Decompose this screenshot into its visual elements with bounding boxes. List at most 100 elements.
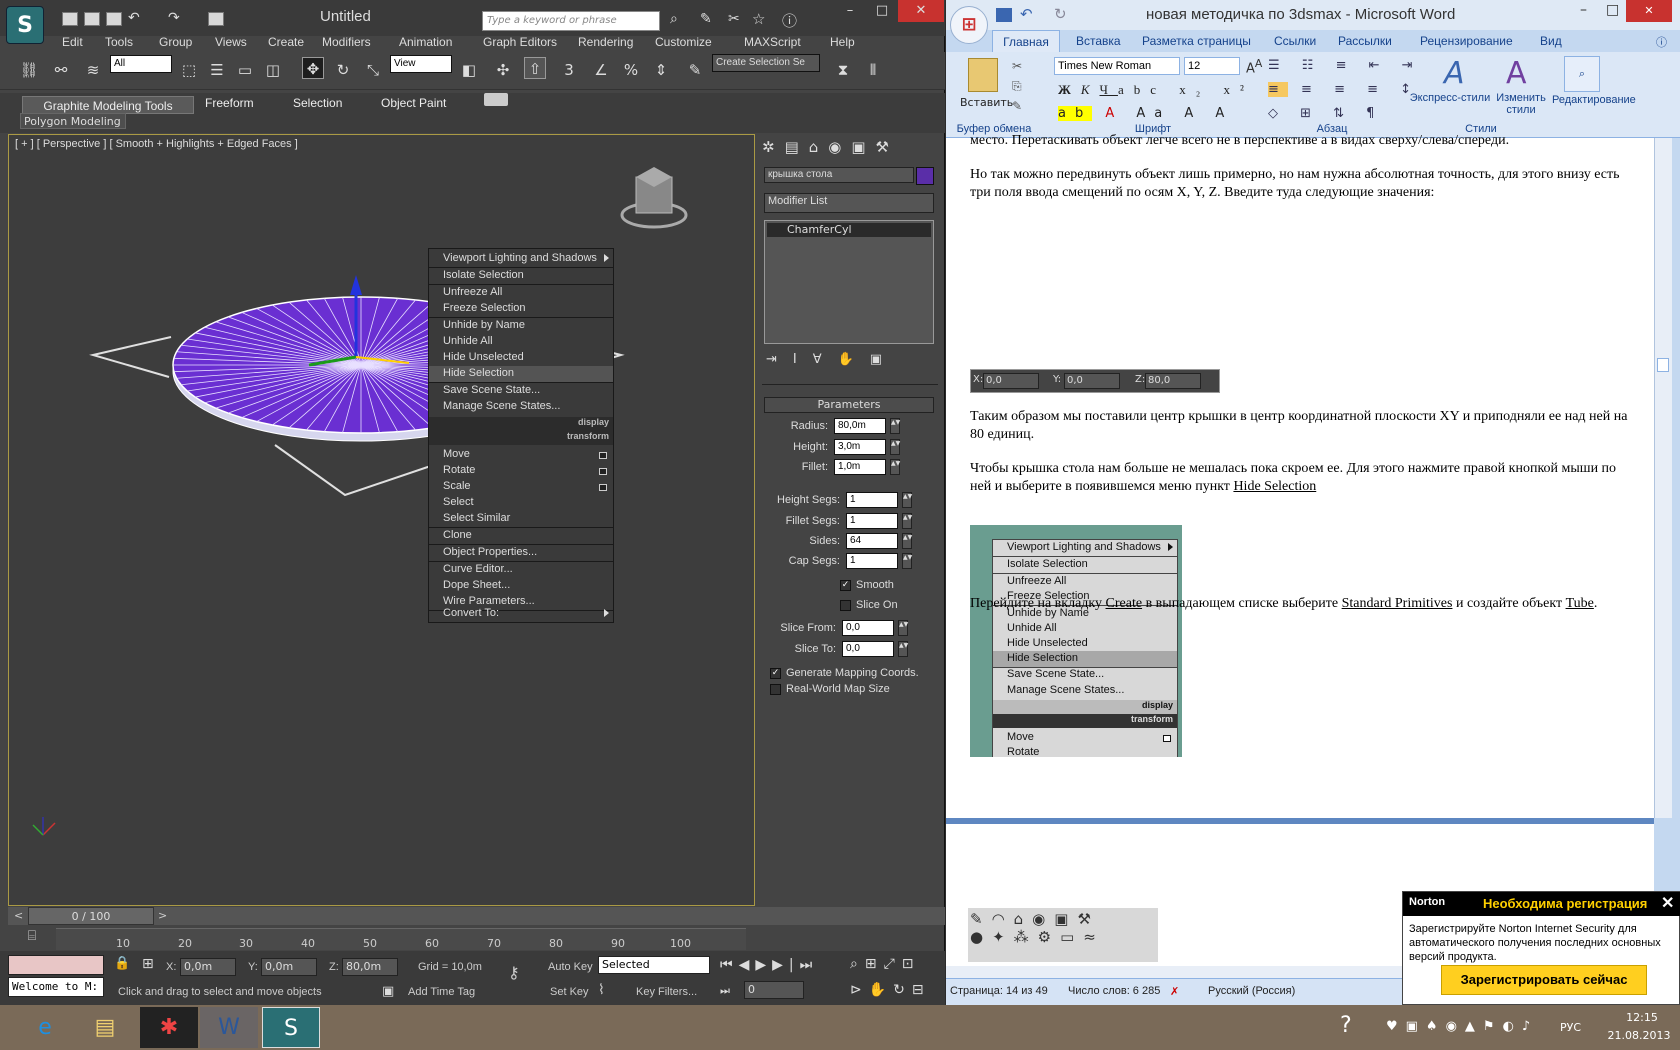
cap-segs-spinner[interactable]: ▲▼ bbox=[902, 553, 912, 569]
word-help-icon[interactable]: ⓘ bbox=[1656, 34, 1667, 50]
menu-select-similar[interactable]: Select Similar bbox=[429, 511, 613, 527]
max-minimize-button[interactable]: – bbox=[834, 0, 866, 22]
playback-controls[interactable]: ⏮◀▶▶|⏭ bbox=[720, 957, 818, 973]
fillet-spinner[interactable]: ▲▼ bbox=[890, 459, 900, 475]
time-slider-prev-icon[interactable]: < bbox=[14, 909, 23, 922]
auto-key-button[interactable]: Auto Key bbox=[548, 961, 593, 973]
cap-segs-field[interactable]: 1 bbox=[846, 553, 898, 569]
slice-from-spinner[interactable]: ▲▼ bbox=[898, 620, 908, 636]
menu-tools[interactable]: Tools bbox=[105, 35, 133, 49]
tab-view[interactable]: Вид bbox=[1540, 34, 1562, 48]
undo-icon[interactable]: ↶ bbox=[128, 11, 144, 26]
selection-lock-icon[interactable]: 🔒 bbox=[114, 956, 130, 971]
edit-named-selection-icon[interactable]: ✎ bbox=[684, 59, 706, 81]
menu-unhide-by-name[interactable]: Unhide by Name bbox=[429, 318, 613, 334]
change-styles-button[interactable]: Изменить стили bbox=[1492, 92, 1550, 116]
select-object-icon[interactable]: ⬚ bbox=[178, 59, 200, 81]
document-page[interactable]: место. Перетаскивать объект легче всего … bbox=[946, 133, 1654, 818]
menu-manage-scene-states[interactable]: Manage Scene States... bbox=[429, 399, 613, 415]
menu-select[interactable]: Select bbox=[429, 495, 613, 511]
key-filters-button[interactable]: Key Filters... bbox=[636, 986, 697, 998]
absolute-mode-icon[interactable]: ⊞ bbox=[142, 956, 154, 972]
cut-copy-format-icons[interactable]: ✂ ⎘ ✎ bbox=[1012, 56, 1022, 116]
word-maximize-button[interactable]: □ bbox=[1606, 2, 1619, 18]
select-manipulate-icon[interactable]: ✣ bbox=[492, 59, 514, 81]
unlink-icon[interactable]: ⚯ bbox=[50, 59, 72, 81]
time-slider[interactable]: < 0 / 100 > bbox=[8, 907, 945, 925]
ribbon-options-icon[interactable] bbox=[484, 93, 508, 106]
menu-isolate-selection[interactable]: Isolate Selection bbox=[429, 268, 613, 284]
menu-modifiers[interactable]: Modifiers bbox=[322, 35, 371, 49]
menu-customize[interactable]: Customize bbox=[655, 35, 712, 49]
office-button-icon[interactable]: ⊞ bbox=[950, 6, 988, 44]
max-close-button[interactable]: ✕ bbox=[898, 0, 944, 22]
key-mode-curve-icon[interactable]: ⌇ bbox=[598, 982, 605, 998]
radius-field[interactable]: 80,0m bbox=[834, 418, 886, 434]
move-tool-icon[interactable]: ✥ bbox=[302, 57, 324, 79]
rotate-tool-icon[interactable]: ↻ bbox=[332, 59, 354, 81]
parameters-rollout-header[interactable]: Parameters bbox=[764, 397, 934, 413]
list-buttons[interactable]: ☰ ☷ ≡ ⇤ ⇥ bbox=[1268, 58, 1422, 73]
menu-rotate[interactable]: Rotate bbox=[429, 463, 613, 479]
time-slider-next-icon[interactable]: > bbox=[158, 909, 167, 922]
polygon-modeling-panel[interactable]: Polygon Modeling bbox=[20, 113, 126, 129]
sides-spinner[interactable]: ▲▼ bbox=[902, 533, 912, 549]
height-spinner[interactable]: ▲▼ bbox=[890, 439, 900, 455]
menu-unfreeze-all[interactable]: Unfreeze All bbox=[429, 285, 613, 301]
project-folder-icon[interactable] bbox=[208, 12, 224, 26]
modifier-list-dropdown[interactable]: Modifier List bbox=[764, 193, 934, 213]
clock-date[interactable]: 21.08.2013 bbox=[1602, 1029, 1676, 1042]
font-name-dropdown[interactable]: Times New Roman bbox=[1054, 57, 1180, 75]
menu-graph-editors[interactable]: Graph Editors bbox=[483, 35, 557, 49]
menu-rendering[interactable]: Rendering bbox=[578, 35, 633, 49]
menu-group[interactable]: Group bbox=[159, 35, 192, 49]
mini-curve-editor-icon[interactable]: ⌸ bbox=[12, 928, 52, 950]
paste-button[interactable]: Вставить bbox=[960, 96, 1013, 109]
tab-insert[interactable]: Вставка bbox=[1076, 34, 1121, 48]
menu-help[interactable]: Help bbox=[830, 35, 855, 49]
tab-freeform[interactable]: Freeform bbox=[205, 96, 254, 110]
input-language[interactable]: РУС bbox=[1560, 1021, 1581, 1034]
set-key-button[interactable]: Set Key bbox=[550, 986, 589, 998]
menu-curve-editor[interactable]: Curve Editor... bbox=[429, 562, 613, 578]
quick-styles-button[interactable]: Экспресс-стили bbox=[1408, 92, 1492, 104]
viewport-nav-controls[interactable]: ⌕⊞⤢⊡ bbox=[850, 956, 921, 972]
height-field[interactable]: 3,0m bbox=[834, 439, 886, 455]
height-segs-field[interactable]: 1 bbox=[846, 492, 898, 508]
max-search-input[interactable]: Type a keyword or phrase bbox=[482, 11, 660, 31]
norton-register-button[interactable]: Зарегистрировать сейчас bbox=[1441, 965, 1647, 995]
tab-page-layout[interactable]: Разметка страницы bbox=[1142, 34, 1251, 48]
scale-tool-icon[interactable]: ⤡ bbox=[362, 59, 384, 81]
x-coord-field[interactable]: 0,0m bbox=[180, 958, 236, 976]
window-crossing-icon[interactable]: ◫ bbox=[262, 59, 284, 81]
language-indicator[interactable]: Русский (Россия) bbox=[1208, 985, 1295, 997]
word-taskbar-icon[interactable]: W bbox=[200, 1007, 258, 1048]
angle-snap-icon[interactable]: ∠ bbox=[590, 59, 612, 81]
object-name-field[interactable]: крышка стола bbox=[764, 167, 914, 183]
menu-dope-sheet[interactable]: Dope Sheet... bbox=[429, 578, 613, 594]
grow-shrink-font-icon[interactable]: AA bbox=[1246, 57, 1262, 76]
change-styles-icon[interactable]: A bbox=[1506, 56, 1527, 91]
highlight-color-buttons[interactable]: ab A Aa A A bbox=[1058, 106, 1233, 121]
undo-icon[interactable]: ↶ bbox=[1020, 5, 1033, 23]
menu-views[interactable]: Views bbox=[215, 35, 247, 49]
command-panel-tabs[interactable]: ✲▤⌂◉▣⚒ bbox=[762, 138, 942, 160]
font-size-dropdown[interactable]: 12 bbox=[1184, 57, 1240, 75]
help-tray-icon[interactable]: ? bbox=[1340, 1013, 1352, 1038]
maxscript-input[interactable]: Welcome to M: bbox=[8, 977, 104, 997]
subscription-icon[interactable]: ✎ bbox=[700, 11, 712, 27]
tab-references[interactable]: Ссылки bbox=[1274, 34, 1316, 48]
real-world-map-checkbox[interactable] bbox=[770, 684, 781, 695]
max-maximize-button[interactable]: □ bbox=[866, 0, 898, 22]
slice-on-checkbox[interactable] bbox=[840, 600, 851, 611]
menu-edit[interactable]: Edit bbox=[62, 35, 83, 49]
sides-field[interactable]: 64 bbox=[846, 533, 898, 549]
menu-hide-unselected[interactable]: Hide Unselected bbox=[429, 350, 613, 366]
z-coord-field[interactable]: 80,0m bbox=[342, 958, 398, 976]
page-count[interactable]: Страница: 14 из 49 bbox=[950, 985, 1048, 997]
spinner-snap-icon[interactable]: ⇕ bbox=[650, 59, 672, 81]
save-file-icon[interactable] bbox=[106, 12, 122, 26]
time-tag-icon[interactable]: ▣ bbox=[382, 984, 394, 999]
menu-hide-selection[interactable]: Hide Selection bbox=[429, 366, 613, 382]
slice-to-field[interactable]: 0,0 bbox=[842, 641, 894, 657]
